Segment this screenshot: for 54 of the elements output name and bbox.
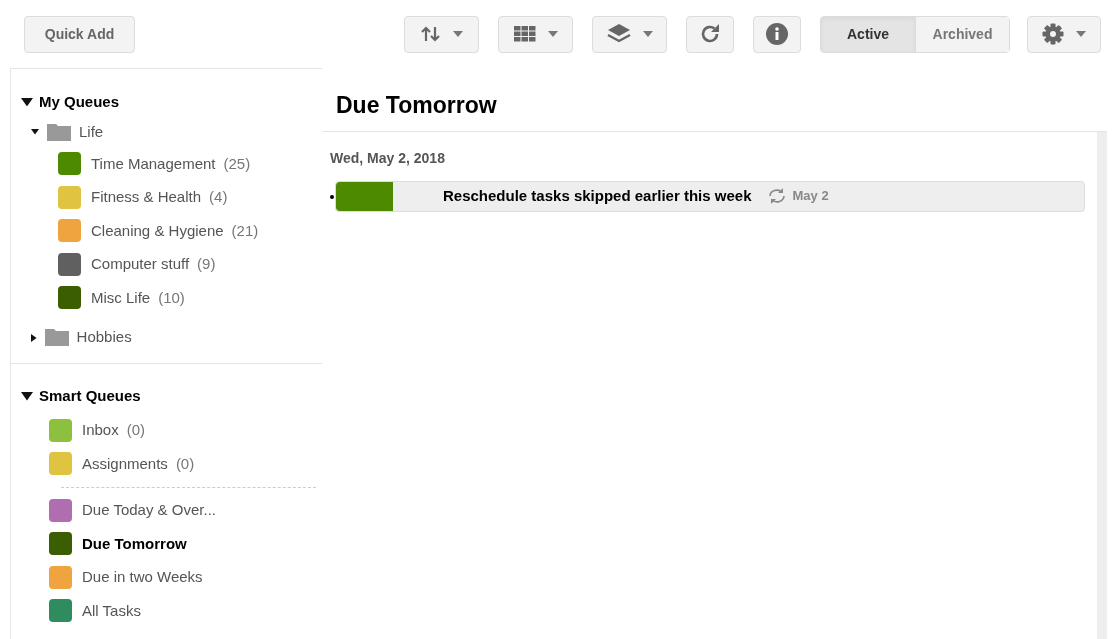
queue-link[interactable]: Assignments [82,452,168,475]
section-heading[interactable]: Smart Queues [39,385,141,408]
queue-count: (25) [223,153,251,174]
task-row[interactable]: Reschedule tasks skipped earlier this week May 2 [335,180,1085,212]
grid-icon [513,26,536,42]
queue-link[interactable]: Due Tomorrow [82,532,187,555]
caret-icon [1076,31,1086,37]
filter-tab[interactable]: Active [821,16,915,52]
queue-link[interactable]: Cleaning & Hygiene [91,219,224,242]
caret-icon [642,31,653,37]
bullet-icon [330,195,334,199]
folder-label[interactable]: Life [79,120,104,144]
queue-count: (9) [197,254,216,274]
expand-arrow-icon[interactable] [31,129,39,135]
section-heading[interactable]: My Queues [39,90,120,114]
refresh-icon [699,23,721,45]
queue-link[interactable]: All Tasks [82,599,141,622]
quick-add-button[interactable]: Quick Add [24,15,135,53]
layers-button[interactable] [592,15,667,53]
task-title: Reschedule tasks skipped earlier this week [443,185,752,206]
expand-arrow-icon[interactable] [21,392,33,401]
caret-icon [452,31,463,37]
folder-label[interactable]: Hobbies [76,326,132,349]
queue-link[interactable]: Due Today & Over... [82,499,216,522]
expand-arrow-icon[interactable] [21,97,33,107]
settings-icon [1042,23,1064,45]
sort-icon [420,26,441,42]
queue-link[interactable]: Inbox [82,419,119,442]
queue-link[interactable]: Misc Life [91,286,151,309]
caret-icon [547,31,558,37]
filter-tab[interactable]: Archived [915,16,1009,52]
folder-icon [47,123,71,141]
info-icon [766,23,788,45]
settings-button[interactable] [1027,15,1101,53]
folder-icon [44,329,69,346]
refresh-button[interactable] [686,15,734,53]
queue-count: (0) [126,420,146,440]
queue-count: (4) [209,187,228,207]
sort-button[interactable] [404,15,479,53]
queue-link[interactable]: Computer stuff [91,253,190,276]
repeat-date: May 2 [792,187,829,206]
queue-link[interactable]: Time Management [91,152,216,175]
page-title: Due Tomorrow [322,68,1107,132]
grid-button[interactable] [498,15,573,53]
collapse-arrow-icon[interactable] [31,333,37,342]
info-button[interactable] [753,15,801,53]
layers-icon [606,23,631,45]
queue-count: (0) [175,453,195,474]
day-heading: Wed, May 2, 2018 [330,148,446,168]
repeat-icon [767,188,788,204]
queue-count: (10) [158,287,185,308]
queue-link[interactable]: Due in two Weeks [82,566,203,589]
queue-link[interactable]: Fitness & Health [91,186,202,209]
queue-count: (21) [231,220,259,241]
